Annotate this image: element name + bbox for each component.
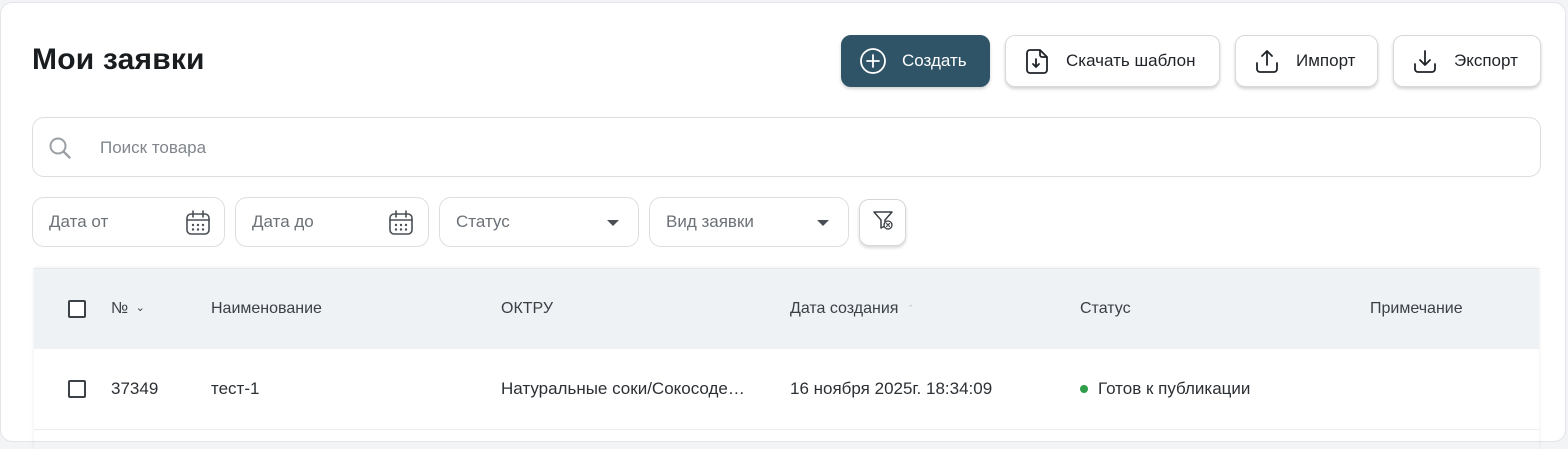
requests-table: № ⌄ Наименование ОКТРУ Дата создания ˆ С… [34,268,1539,449]
column-created-label: Дата создания [790,300,899,317]
requests-card: Мои заявки Создать Скачать шаблон Импорт… [0,2,1566,442]
request-type-select[interactable]: Вид заявки [649,197,849,247]
create-button-label: Создать [902,51,967,70]
row-checkbox[interactable] [68,380,86,398]
column-status-header[interactable]: Статус [1080,300,1131,318]
table-row[interactable]: 37349 тест-1 Натуральные соки/Сокосодерж… [34,349,1539,430]
search-placeholder: Поиск товара [100,138,207,157]
date-from-field[interactable]: Дата от [32,197,225,247]
plus-circle-icon [858,46,888,76]
sort-asc-icon: ˆ [908,304,913,316]
select-all-checkbox[interactable] [68,300,86,318]
calendar-icon[interactable] [185,209,211,242]
page-title: Мои заявки [32,43,205,76]
column-oktru-header[interactable]: ОКТРУ [501,300,553,318]
row-number: 37349 [111,379,159,398]
status-select-label: Статус [456,212,510,231]
sort-desc-icon: ⌄ [135,302,145,314]
import-button[interactable]: Импорт [1235,35,1378,87]
row-status: Готов к публикации [1080,379,1250,399]
column-created-header[interactable]: Дата создания ˆ [790,300,913,318]
column-number-header[interactable]: № ⌄ [111,300,145,318]
date-to-field[interactable]: Дата до [235,197,429,247]
export-label: Экспорт [1454,51,1518,70]
row-created-date: 16 ноября 2025г. 18:34:09 [790,379,993,398]
chevron-down-icon [817,220,829,226]
row-name: тест-1 [211,379,260,398]
chevron-down-icon [607,220,619,226]
import-label: Импорт [1296,51,1356,70]
column-note-header[interactable]: Примечание [1370,300,1463,318]
download-icon [1410,46,1440,76]
upload-icon [1252,46,1282,76]
row-oktru: Натуральные соки/Сокосодержащие напитки [501,379,753,398]
calendar-icon[interactable] [388,209,414,242]
search-input[interactable]: Поиск товара [32,117,1541,177]
download-template-label: Скачать шаблон [1066,51,1196,70]
create-button[interactable]: Создать [841,35,990,87]
row-status-label: Готов к публикации [1098,379,1251,398]
date-to-label: Дата до [252,212,314,231]
export-button[interactable]: Экспорт [1393,35,1541,87]
column-name-header[interactable]: Наименование [211,300,322,318]
column-number-label: № [111,300,129,317]
search-icon [47,135,73,166]
status-select[interactable]: Статус [439,197,639,247]
request-type-label: Вид заявки [666,212,754,231]
date-from-label: Дата от [49,212,109,231]
download-file-icon [1022,46,1052,76]
filter-clear-icon [871,208,895,237]
table-header: № ⌄ Наименование ОКТРУ Дата создания ˆ С… [34,269,1539,349]
status-dot-icon [1080,384,1088,393]
download-template-button[interactable]: Скачать шаблон [1005,35,1220,87]
reset-filters-button[interactable] [859,199,906,246]
